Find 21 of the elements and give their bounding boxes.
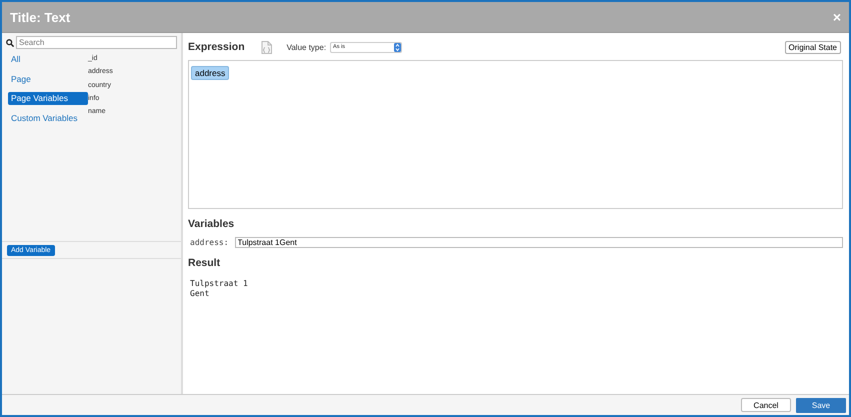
variable-token[interactable]: address [191,66,230,80]
category-item[interactable]: Custom Variables [8,112,88,124]
original-state-button[interactable]: Original State [784,40,841,54]
save-button[interactable]: Save [796,398,846,412]
variable-name: address: [190,238,229,247]
dropdown-arrows-icon [394,42,402,52]
result-text: Tulpstraat 1 Gent [189,279,249,299]
category-item[interactable]: Page Variables [8,92,88,105]
variables-heading: Variables [188,218,236,230]
search-icon [6,38,14,46]
search-field[interactable]: Search [16,36,177,49]
result-heading: Result [188,257,222,269]
document-icon[interactable] [260,40,272,54]
cancel-button[interactable]: Cancel [741,398,791,412]
expression-editor[interactable]: address [188,60,843,209]
expression-heading: Expression [188,41,245,53]
window-title: Title: Text [10,10,72,24]
category-item[interactable]: All [8,53,88,66]
value-type-label: Value type: [286,42,326,52]
category-item[interactable]: Page [8,72,88,86]
variable-value-field[interactable]: Tulpstraat 1Gent [234,237,843,248]
